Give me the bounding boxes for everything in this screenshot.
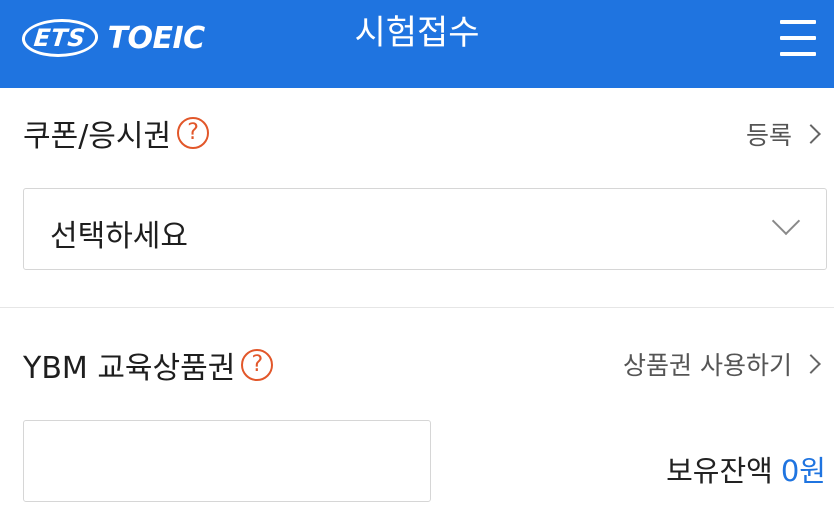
ets-logo-text: ETS xyxy=(20,19,100,57)
chevron-down-icon xyxy=(771,206,801,236)
app-header: ETS TOEIC 시험접수 xyxy=(0,0,834,88)
balance-label: 보유잔액 xyxy=(666,454,773,488)
help-circle-icon[interactable]: ? xyxy=(177,117,210,149)
coupon-select[interactable]: 선택하세요 xyxy=(23,188,827,270)
menu-bar xyxy=(780,36,816,40)
balance-display: 보유잔액 0원 xyxy=(666,448,826,490)
help-circle-icon[interactable]: ? xyxy=(241,349,274,381)
coupon-register-label: 등록 xyxy=(745,121,792,150)
use-voucher-label: 상품권 사용하기 xyxy=(623,351,792,380)
coupon-title-label: 쿠폰/응시권 xyxy=(23,119,172,154)
voucher-title-label: YBM 교육상품권 xyxy=(23,351,236,386)
ets-toeic-logo[interactable]: ETS TOEIC xyxy=(20,13,206,63)
voucher-section-title: YBM 교육상품권 ? xyxy=(23,343,274,387)
menu-bar xyxy=(780,20,816,24)
balance-amount: 0원 xyxy=(780,454,826,488)
menu-bar xyxy=(780,52,816,56)
coupon-section-title: 쿠폰/응시권 ? xyxy=(23,111,210,155)
section-divider xyxy=(0,307,834,308)
toeic-logo-text: TOEIC xyxy=(107,20,206,56)
chevron-right-icon xyxy=(801,124,821,144)
hamburger-menu-icon[interactable] xyxy=(780,18,816,58)
use-voucher-link[interactable]: 상품권 사용하기 xyxy=(623,346,824,382)
coupon-select-value: 선택하세요 xyxy=(50,219,188,254)
coupon-register-link[interactable]: 등록 xyxy=(746,116,824,152)
voucher-amount-input[interactable] xyxy=(23,420,431,502)
chevron-right-icon xyxy=(801,354,821,374)
